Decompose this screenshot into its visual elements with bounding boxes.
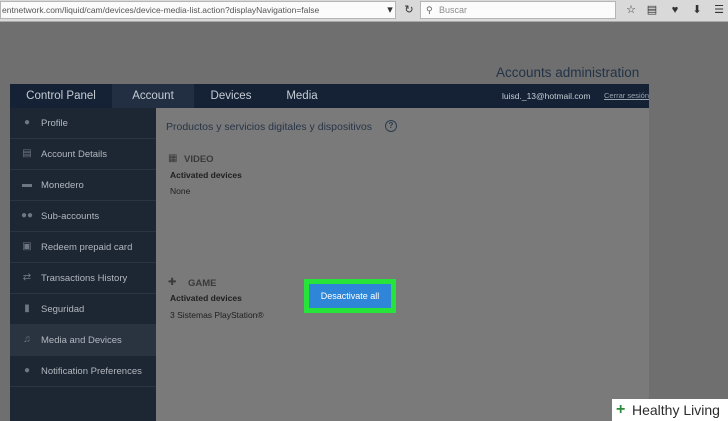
sidebar-item-transactions-history[interactable]: ⇄ Transactions History [10,263,156,294]
reload-icon[interactable]: ↻ [402,3,416,17]
sidebar-item-seguridad[interactable]: ▮ Seguridad [10,294,156,325]
top-navigation: Control Panel Account Devices Media luis… [10,84,649,108]
sidebar-item-sub-accounts[interactable]: ●● Sub-accounts [10,201,156,232]
lock-icon: ▮ [24,303,30,314]
watermark-text: Healthy Living [632,402,720,418]
pocket-icon[interactable]: ♥ [668,3,682,17]
deactivate-all-button[interactable]: Desactivate all [309,284,391,308]
user-email: luisd._13@hotmail.com [502,91,591,101]
gift-icon: ▣ [22,241,32,252]
sidebar-item-label: Account Details [41,149,108,160]
category-title-video: VIDEO [184,154,214,165]
reading-list-icon[interactable]: ▤ [645,3,659,17]
tab-control-panel[interactable]: Control Panel [10,84,112,108]
search-icon: ⚲ [426,5,433,15]
sidebar-item-label: Redeem prepaid card [41,242,133,253]
gamepad-icon: ✚ [168,277,177,288]
page-title: Accounts administration [496,65,640,80]
category-value-video: None [170,186,191,196]
wallet-icon: ▬ [22,179,32,190]
plus-icon: + [616,401,626,418]
sidebar-item-profile[interactable]: ● Profile [10,108,156,139]
main-content: Productos y servicios digitales y dispos… [156,108,649,421]
category-sub-game: Activated devices [170,293,242,303]
logout-link[interactable]: Cerrar sesión [604,84,649,108]
sidebar-item-label: Transactions History [41,273,128,284]
search-placeholder: Buscar [439,5,468,15]
users-icon: ●● [20,210,34,221]
sidebar-item-label: Profile [41,118,68,129]
bell-icon: ● [23,365,31,376]
download-icon[interactable]: ⬇ [690,3,704,17]
help-icon[interactable]: ? [385,120,397,132]
bookmark-star-icon[interactable]: ☆ [624,3,638,17]
watermark: + Healthy Living [612,399,728,421]
film-icon: ▦ [168,153,178,164]
category-title-game: GAME [188,278,217,289]
sidebar-item-notification-preferences[interactable]: ● Notification Preferences [10,356,156,387]
section-heading: Productos y servicios digitales y dispos… [166,121,373,133]
sidebar: ● Profile ▤ Account Details ▬ Monedero ●… [10,108,156,421]
browser-toolbar: entnetwork.com/liquid/cam/devices/device… [0,0,728,22]
tab-account[interactable]: Account [112,84,194,108]
deactivate-highlight: Desactivate all [304,279,396,313]
search-input[interactable]: ⚲ Buscar [420,1,616,19]
tab-media[interactable]: Media [268,84,336,108]
sidebar-item-label: Seguridad [41,304,85,315]
sidebar-item-label: Notification Preferences [41,366,142,377]
transfer-icon: ⇄ [22,272,32,283]
user-icon: ● [23,117,31,128]
media-icon: ♫ [23,334,31,345]
category-value-game: 3 Sistemas PlayStation® [170,310,264,320]
sidebar-item-media-and-devices[interactable]: ♫ Media and Devices [10,325,156,356]
address-bar[interactable]: entnetwork.com/liquid/cam/devices/device… [0,1,396,19]
sidebar-item-account-details[interactable]: ▤ Account Details [10,139,156,170]
category-sub-video: Activated devices [170,170,242,180]
menu-icon[interactable]: ☰ [712,3,726,17]
sidebar-item-label: Sub-accounts [41,211,100,222]
tab-devices[interactable]: Devices [194,84,268,108]
sidebar-item-monedero[interactable]: ▬ Monedero [10,170,156,201]
document-icon: ▤ [22,148,32,159]
sidebar-item-label: Monedero [41,180,84,191]
dropdown-arrow-icon[interactable]: ▾ [383,3,397,17]
sidebar-item-redeem-prepaid-card[interactable]: ▣ Redeem prepaid card [10,232,156,263]
sidebar-item-label: Media and Devices [41,335,122,346]
